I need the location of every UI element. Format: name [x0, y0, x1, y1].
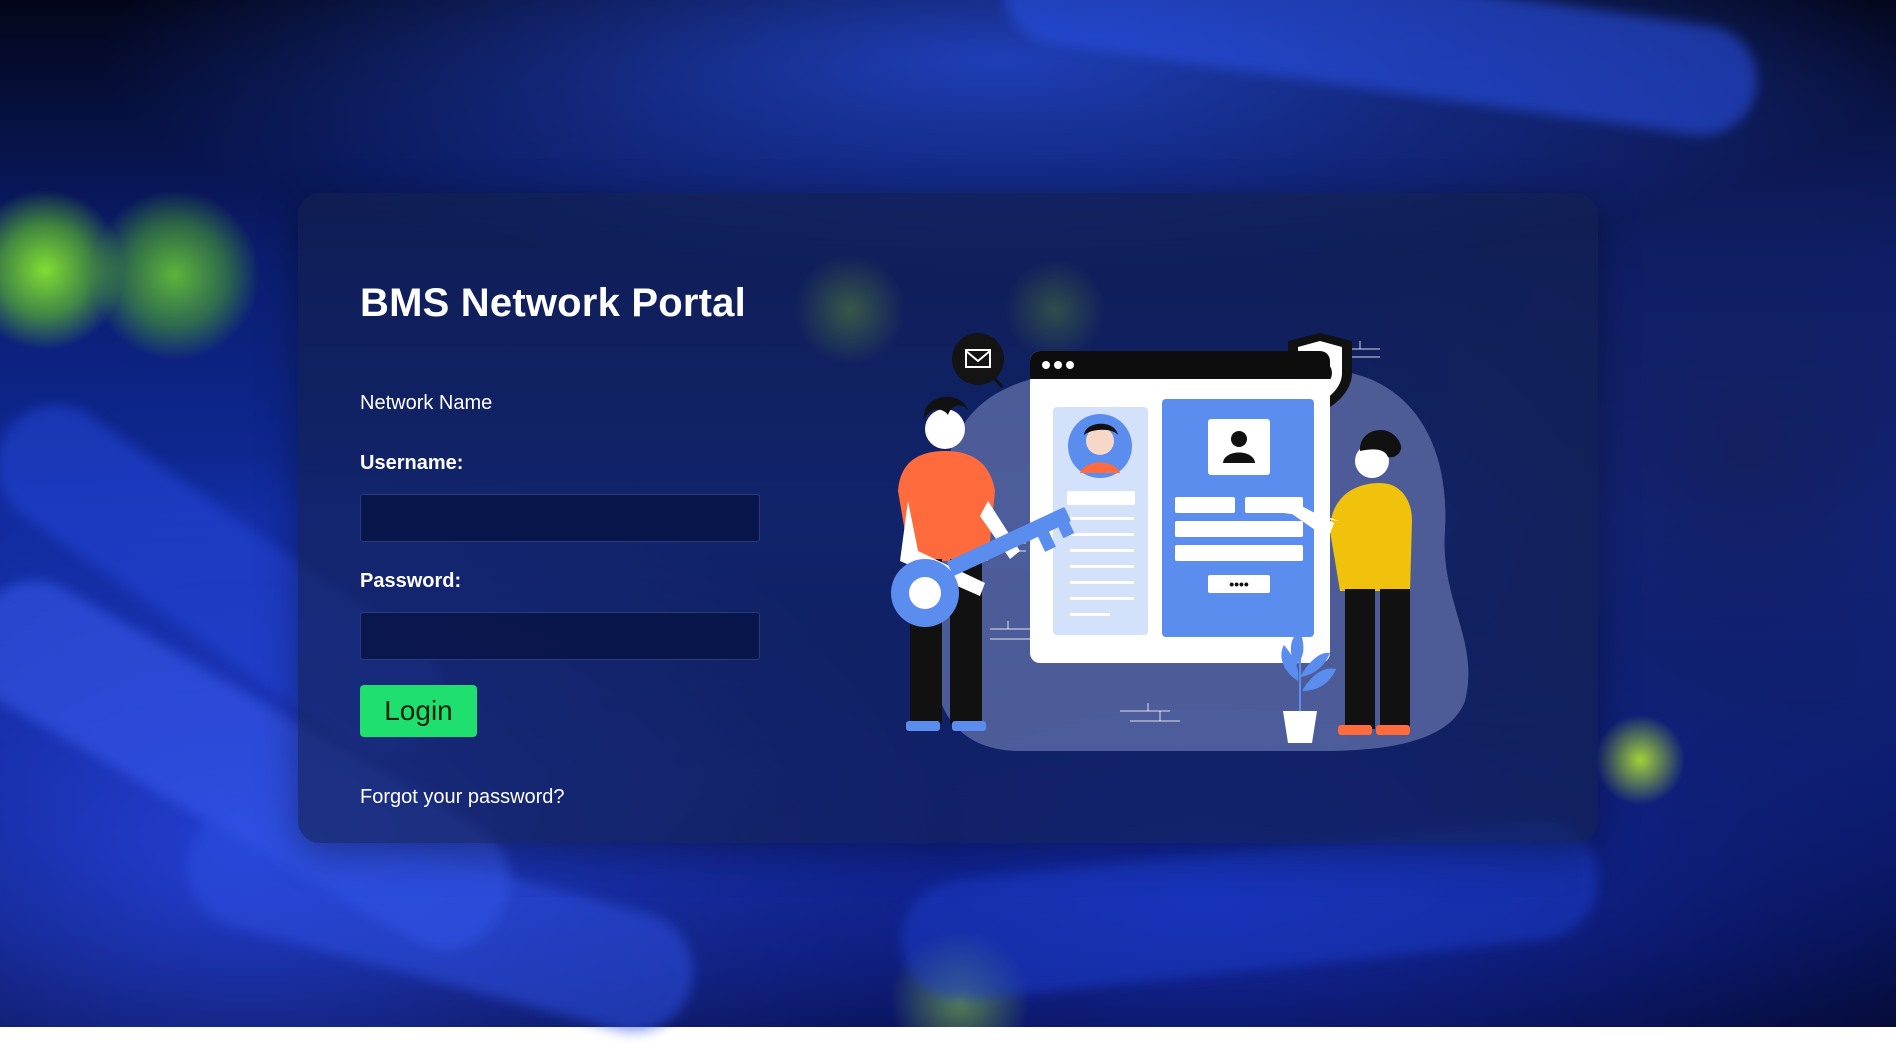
password-input[interactable]	[360, 612, 760, 660]
username-label: Username:	[360, 452, 464, 474]
login-illustration: ••••	[891, 333, 1469, 751]
network-name-text: Network Name	[360, 392, 493, 414]
background-cable	[996, 0, 1764, 143]
mail-icon	[952, 333, 1004, 388]
login-card: BMS Network Portal Network Name Username…	[298, 193, 1598, 843]
user-profile-icon	[1208, 419, 1270, 475]
password-label: Password:	[360, 570, 462, 592]
forgot-password-link[interactable]: Forgot your password?	[360, 786, 565, 809]
username-input[interactable]	[360, 494, 760, 542]
password-dots-text: ••••	[1229, 576, 1249, 592]
page-title: BMS Network Portal	[360, 281, 746, 325]
login-button[interactable]: Login	[360, 685, 477, 737]
